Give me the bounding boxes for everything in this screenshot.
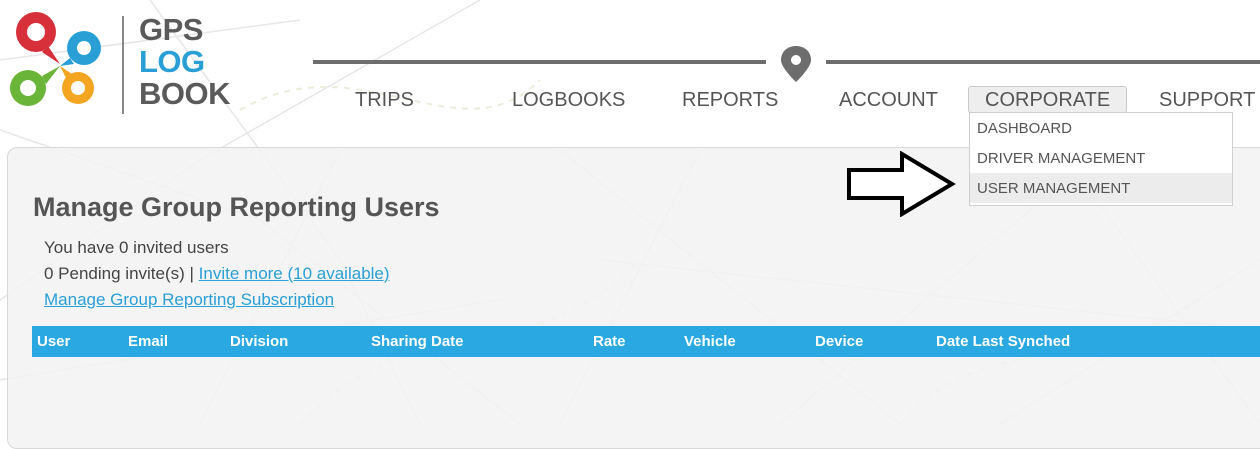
logo-text-gps: GPS xyxy=(139,12,203,47)
nav-corporate[interactable]: CORPORATE xyxy=(968,86,1128,113)
dropdown-item-dashboard[interactable]: DASHBOARD xyxy=(970,113,1232,143)
nav-reports[interactable]: REPORTS xyxy=(682,88,778,112)
pending-invites-text: 0 Pending invite(s) | xyxy=(44,264,199,283)
manage-subscription-link[interactable]: Manage Group Reporting Subscription xyxy=(44,290,334,309)
map-pin-icon xyxy=(766,46,826,82)
nav-trips[interactable]: TRIPS xyxy=(355,88,414,112)
right-arrow-icon xyxy=(847,151,956,217)
logo-text-log: LOG xyxy=(139,44,205,79)
column-header-device[interactable]: Device xyxy=(815,326,863,357)
gps-logbook-logo[interactable]: GPS LOG BOOK xyxy=(6,6,236,114)
column-header-date-last-synched[interactable]: Date Last Synched xyxy=(936,326,1070,357)
logo-divider xyxy=(122,16,124,114)
column-header-rate[interactable]: Rate xyxy=(593,326,626,357)
column-header-division[interactable]: Division xyxy=(230,326,288,357)
users-table-header: User Email Division Sharing Date Rate Ve… xyxy=(32,326,1260,357)
invited-users-text: You have 0 invited users xyxy=(44,238,229,257)
logo-text-book: BOOK xyxy=(139,76,231,111)
pending-invites-row: 0 Pending invite(s) | Invite more (10 av… xyxy=(44,264,390,284)
nav-logbooks[interactable]: LOGBOOKS xyxy=(512,88,625,112)
dropdown-item-driver-management[interactable]: DRIVER MANAGEMENT xyxy=(970,143,1232,173)
logo-wordmark: GPS LOG BOOK xyxy=(139,12,231,111)
manage-subscription-row: Manage Group Reporting Subscription xyxy=(44,290,334,310)
dropdown-item-user-management[interactable]: USER MANAGEMENT xyxy=(970,173,1232,203)
nav-account[interactable]: ACCOUNT xyxy=(839,88,938,112)
invite-more-link[interactable]: Invite more (10 available) xyxy=(199,264,390,283)
column-header-email[interactable]: Email xyxy=(128,326,168,357)
column-header-vehicle[interactable]: Vehicle xyxy=(684,326,736,357)
page-title: Manage Group Reporting Users xyxy=(33,192,440,222)
logo-mark-icon xyxy=(10,12,101,106)
nav-support[interactable]: SUPPORT xyxy=(1159,88,1255,112)
corporate-dropdown-menu: DASHBOARD DRIVER MANAGEMENT USER MANAGEM… xyxy=(969,112,1233,206)
column-header-user[interactable]: User xyxy=(37,326,70,357)
column-header-sharing-date[interactable]: Sharing Date xyxy=(371,326,464,357)
